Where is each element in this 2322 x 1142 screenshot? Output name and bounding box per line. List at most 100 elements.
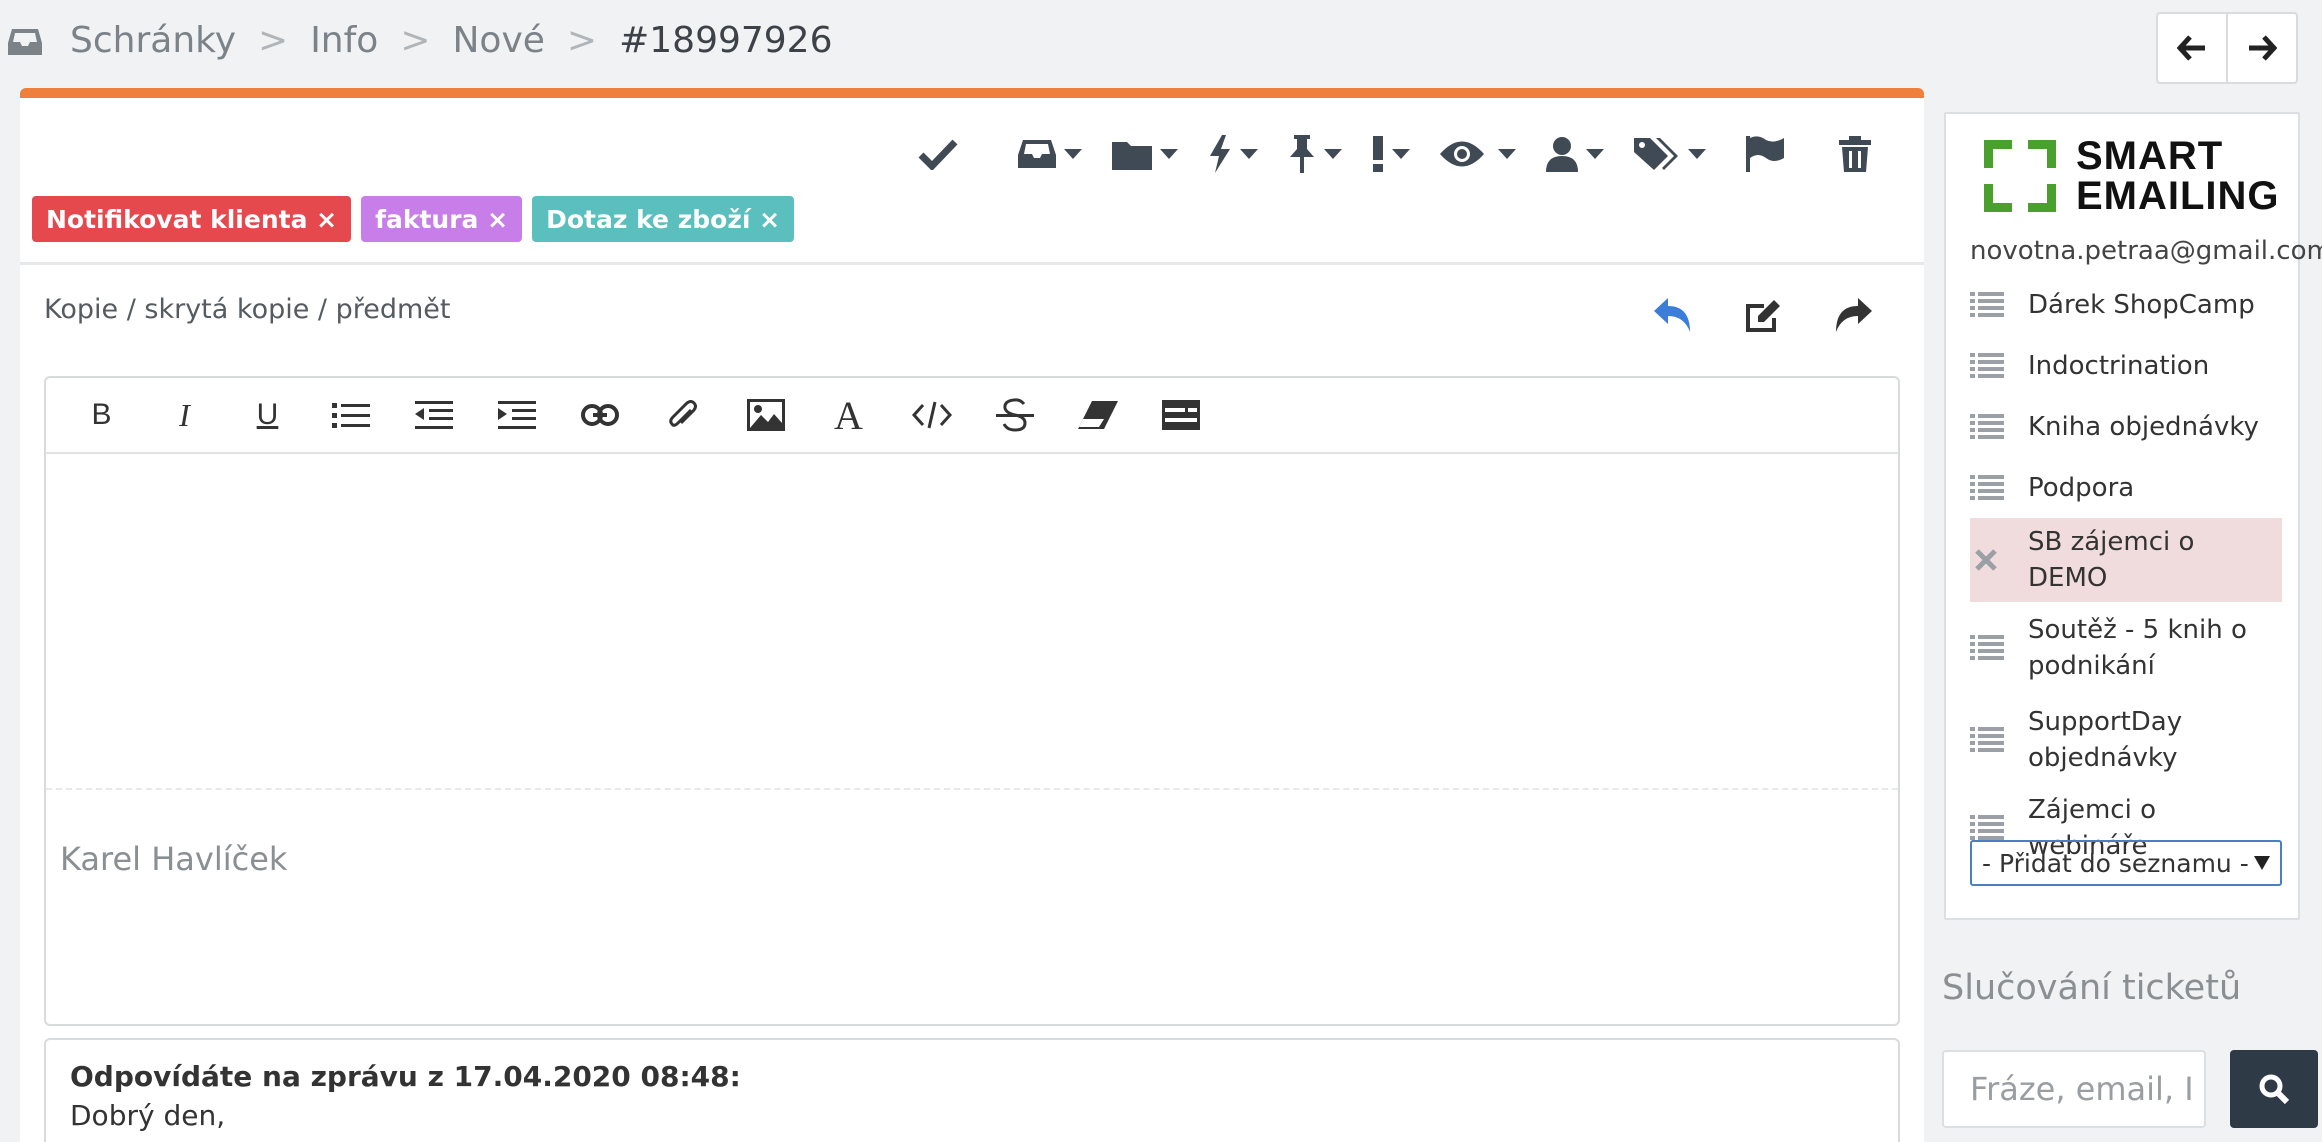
quoted-header: Odpovídáte na zprávu z 17.04.2020 08:48: bbox=[70, 1060, 741, 1093]
previous-ticket-button[interactable] bbox=[2158, 14, 2226, 82]
template-icon bbox=[1161, 400, 1200, 430]
image-button[interactable] bbox=[724, 377, 807, 453]
list-icon bbox=[331, 403, 370, 428]
folder-dropdown[interactable] bbox=[1097, 124, 1193, 184]
chevron-down-icon bbox=[1160, 149, 1178, 159]
smartemailing-logo-icon bbox=[1984, 140, 2056, 212]
breadcrumb: Schránky > Info > Nové > #18997926 bbox=[8, 14, 833, 66]
underline-icon: U bbox=[256, 398, 279, 431]
cc-bcc-subject-link[interactable]: Kopie / skrytá kopie / předmět bbox=[44, 294, 451, 325]
reply-editor: B I U A Karel Havlíček bbox=[44, 376, 1900, 1026]
list-item-active[interactable]: SB zájemci o DEMO bbox=[1970, 518, 2282, 602]
italic-button[interactable]: I bbox=[143, 377, 226, 453]
remove-icon[interactable] bbox=[1970, 548, 2028, 572]
merge-tickets-title: Slučování ticketů bbox=[1942, 968, 2242, 1008]
font-button[interactable]: A bbox=[807, 377, 890, 453]
italic-icon: I bbox=[179, 396, 190, 433]
next-ticket-button[interactable] bbox=[2226, 14, 2296, 82]
list-item[interactable]: Soutěž - 5 knih o podnikání bbox=[1970, 602, 2282, 694]
edit-note-icon[interactable] bbox=[1744, 298, 1782, 332]
message-body-input[interactable] bbox=[46, 454, 1898, 788]
visibility-dropdown[interactable] bbox=[1425, 124, 1531, 184]
inbox-icon bbox=[1018, 140, 1056, 168]
bold-button[interactable]: B bbox=[60, 377, 143, 453]
tag-product-question[interactable]: Dotaz ke zboží × bbox=[532, 196, 795, 242]
strikethrough-button[interactable] bbox=[973, 377, 1056, 453]
bold-icon: B bbox=[91, 398, 112, 431]
chevron-down-icon bbox=[1392, 149, 1410, 159]
check-icon bbox=[918, 139, 958, 170]
ticket-panel: Notifikovat klienta × faktura × Dotaz ke… bbox=[20, 88, 1924, 1142]
attachment-button[interactable] bbox=[641, 377, 724, 453]
breadcrumb-schranky[interactable]: Schránky bbox=[70, 20, 236, 61]
list-item[interactable]: Kniha objednávky bbox=[1970, 396, 2282, 457]
tags-icon bbox=[1634, 138, 1678, 170]
list-icon bbox=[1970, 291, 2028, 318]
assign-user-dropdown[interactable] bbox=[1531, 124, 1619, 184]
breadcrumb-nove[interactable]: Nové bbox=[453, 20, 545, 61]
tag-notify-client[interactable]: Notifikovat klienta × bbox=[32, 196, 352, 242]
underline-button[interactable]: U bbox=[226, 377, 309, 453]
eraser-button[interactable] bbox=[1056, 377, 1139, 453]
list-item-label: Indoctrination bbox=[2028, 350, 2210, 381]
link-button[interactable] bbox=[558, 377, 641, 453]
exclamation-icon bbox=[1373, 136, 1383, 172]
strikethrough-icon bbox=[995, 398, 1034, 432]
bolt-icon bbox=[1210, 135, 1230, 173]
list-item[interactable]: SupportDay objednávky bbox=[1970, 694, 2282, 786]
signature[interactable]: Karel Havlíček bbox=[60, 840, 287, 878]
tags-dropdown[interactable] bbox=[1619, 124, 1721, 184]
bulleted-list-button[interactable] bbox=[309, 377, 392, 453]
move-inbox-dropdown[interactable] bbox=[1003, 124, 1097, 184]
font-icon: A bbox=[834, 392, 863, 438]
add-to-list-select[interactable]: - Přidat do seznamu - bbox=[1970, 840, 2282, 886]
list-item[interactable]: Indoctrination bbox=[1970, 335, 2282, 396]
list-icon bbox=[1970, 727, 2028, 753]
chevron-down-icon bbox=[1586, 149, 1604, 159]
indent-button[interactable] bbox=[475, 377, 558, 453]
reply-icon[interactable] bbox=[1654, 298, 1692, 332]
reply-actions bbox=[1654, 298, 1872, 332]
code-icon bbox=[911, 401, 952, 429]
list-item[interactable]: Podpora bbox=[1970, 457, 2282, 518]
pin-dropdown[interactable] bbox=[1273, 124, 1357, 184]
ticket-toolbar bbox=[903, 124, 1886, 184]
flag-button[interactable] bbox=[1721, 124, 1824, 184]
list-icon bbox=[1970, 352, 2028, 379]
outdent-button[interactable] bbox=[392, 377, 475, 453]
code-button[interactable] bbox=[890, 377, 973, 453]
eraser-icon bbox=[1077, 401, 1118, 429]
tag-invoice[interactable]: faktura × bbox=[361, 196, 523, 242]
divider bbox=[20, 262, 1924, 265]
template-button[interactable] bbox=[1139, 377, 1222, 453]
list-item-label: Soutěž - 5 knih o podnikání bbox=[2028, 615, 2247, 681]
contact-lists: Dárek ShopCamp Indoctrination Kniha obje… bbox=[1970, 274, 2282, 870]
forward-icon[interactable] bbox=[1834, 298, 1872, 332]
list-item[interactable]: Dárek ShopCamp bbox=[1970, 274, 2282, 335]
dropdown-arrow-icon bbox=[2254, 856, 2270, 870]
merge-search-button[interactable] bbox=[2230, 1050, 2318, 1128]
breadcrumb-separator: > bbox=[566, 19, 598, 61]
brand-line1: SMART bbox=[2076, 134, 2224, 178]
inbox-icon bbox=[8, 25, 42, 55]
link-icon bbox=[580, 404, 619, 426]
chevron-down-icon bbox=[1240, 149, 1258, 159]
list-icon bbox=[1970, 474, 2028, 501]
breadcrumb-separator: > bbox=[258, 19, 289, 61]
user-icon bbox=[1546, 137, 1578, 172]
arrow-left-icon bbox=[2177, 35, 2205, 61]
priority-dropdown[interactable] bbox=[1357, 124, 1425, 184]
merge-search-input[interactable]: Fráze, email, I bbox=[1942, 1050, 2206, 1128]
delete-button[interactable] bbox=[1824, 124, 1886, 184]
breadcrumb-info[interactable]: Info bbox=[310, 20, 378, 61]
list-item-label: SupportDay objednávky bbox=[2028, 707, 2183, 773]
resolve-button[interactable] bbox=[903, 124, 1003, 184]
chevron-down-icon bbox=[1324, 149, 1342, 159]
list-icon bbox=[1970, 815, 2028, 841]
automation-dropdown[interactable] bbox=[1193, 124, 1273, 184]
paperclip-icon bbox=[668, 400, 697, 427]
list-item-label: Dárek ShopCamp bbox=[2028, 289, 2255, 320]
trash-icon bbox=[1839, 136, 1871, 172]
smartemailing-logo: SMART EMAILING bbox=[1984, 136, 2280, 216]
contact-email: novotna.petraa@gmail.com bbox=[1970, 236, 2322, 266]
